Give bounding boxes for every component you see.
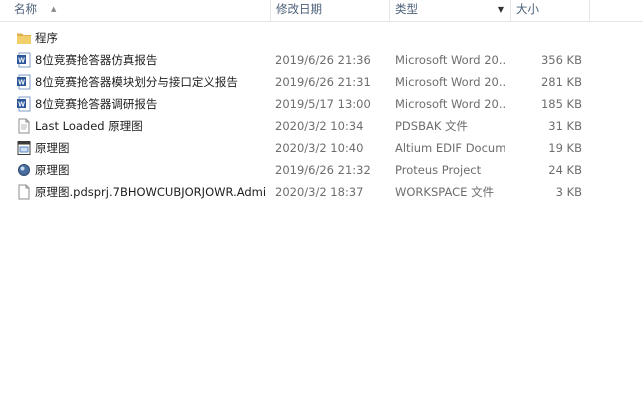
- workspace-file-icon: [18, 184, 30, 200]
- file-type: Proteus Project: [395, 163, 482, 177]
- svg-text:W: W: [18, 80, 25, 87]
- file-date: 2019/6/26 21:32: [275, 163, 371, 177]
- file-date: 2020/3/2 10:34: [275, 119, 364, 133]
- file-name: 原理图: [35, 163, 70, 177]
- column-header-empty: [589, 0, 643, 21]
- altium-edif-icon: [17, 141, 31, 155]
- file-size: 19 KB: [548, 141, 582, 155]
- column-header-size-label: 大小: [516, 2, 539, 16]
- column-header-date[interactable]: 修改日期: [270, 0, 389, 21]
- file-name: 8位竞赛抢答器调研报告: [35, 97, 158, 111]
- word-doc-icon: W: [17, 52, 31, 68]
- file-type: WORKSPACE 文件: [395, 185, 495, 199]
- file-row[interactable]: W 8位竞赛抢答器仿真报告 2019/6/26 21:36 Microsoft …: [0, 49, 643, 71]
- file-type: Microsoft Word 20...: [395, 53, 505, 67]
- column-header-size[interactable]: 大小: [510, 0, 589, 21]
- word-doc-icon: W: [17, 74, 31, 90]
- folder-icon: [17, 33, 31, 44]
- file-size: 24 KB: [548, 163, 582, 177]
- file-type: PDSBAK 文件: [395, 119, 469, 133]
- pdsbak-file-icon: [18, 118, 30, 134]
- file-row[interactable]: W 8位竞赛抢答器调研报告 2019/5/17 13:00 Microsoft …: [0, 93, 643, 115]
- column-header-type-label: 类型: [395, 2, 418, 16]
- svg-text:W: W: [18, 58, 25, 65]
- word-doc-icon: W: [17, 96, 31, 112]
- file-type: Microsoft Word 20...: [395, 75, 505, 89]
- file-name: 原理图: [35, 141, 70, 155]
- file-name: 程序: [35, 31, 58, 45]
- file-date: 2019/5/17 13:00: [275, 97, 371, 111]
- filter-dropdown-icon[interactable]: ▼: [498, 0, 504, 20]
- file-date: 2019/6/26 21:36: [275, 53, 371, 67]
- file-size: 3 KB: [555, 185, 582, 199]
- file-row[interactable]: 原理图 2019/6/26 21:32 Proteus Project 24 K…: [0, 159, 643, 181]
- file-row[interactable]: Last Loaded 原理图 2020/3/2 10:34 PDSBAK 文件…: [0, 115, 643, 137]
- file-size: 281 KB: [540, 75, 582, 89]
- file-row[interactable]: 原理图.pdsprj.7BHOWCUBJORJOWR.Admi... 2020/…: [0, 181, 643, 203]
- file-type: Microsoft Word 20...: [395, 97, 505, 111]
- column-header-type[interactable]: 类型 ▼: [389, 0, 510, 21]
- file-date: 2019/6/26 21:31: [275, 75, 371, 89]
- file-name: 8位竞赛抢答器仿真报告: [35, 53, 158, 67]
- proteus-project-icon: [18, 164, 30, 176]
- file-size: 356 KB: [540, 53, 582, 67]
- file-row[interactable]: 程序: [0, 27, 643, 49]
- sort-ascending-icon: ▲: [51, 5, 57, 13]
- file-size: 31 KB: [548, 119, 582, 133]
- column-header-bar: 名称 ▲ 修改日期 类型 ▼ 大小: [0, 0, 643, 22]
- column-header-name-label: 名称: [14, 2, 37, 16]
- file-date: 2020/3/2 18:37: [275, 185, 364, 199]
- svg-text:W: W: [18, 102, 25, 109]
- file-name: 8位竞赛抢答器模块划分与接口定义报告: [35, 75, 238, 89]
- file-name: 原理图.pdsprj.7BHOWCUBJORJOWR.Admi...: [35, 185, 267, 199]
- file-size: 185 KB: [540, 97, 582, 111]
- file-row[interactable]: W 8位竞赛抢答器模块划分与接口定义报告 2019/6/26 21:31 Mic…: [0, 71, 643, 93]
- file-name: Last Loaded 原理图: [35, 119, 143, 133]
- column-header-name[interactable]: 名称 ▲: [9, 0, 271, 21]
- file-row[interactable]: 原理图 2020/3/2 10:40 Altium EDIF Docum... …: [0, 137, 643, 159]
- file-date: 2020/3/2 10:40: [275, 141, 364, 155]
- column-header-date-label: 修改日期: [276, 2, 322, 16]
- file-type: Altium EDIF Docum...: [395, 141, 505, 155]
